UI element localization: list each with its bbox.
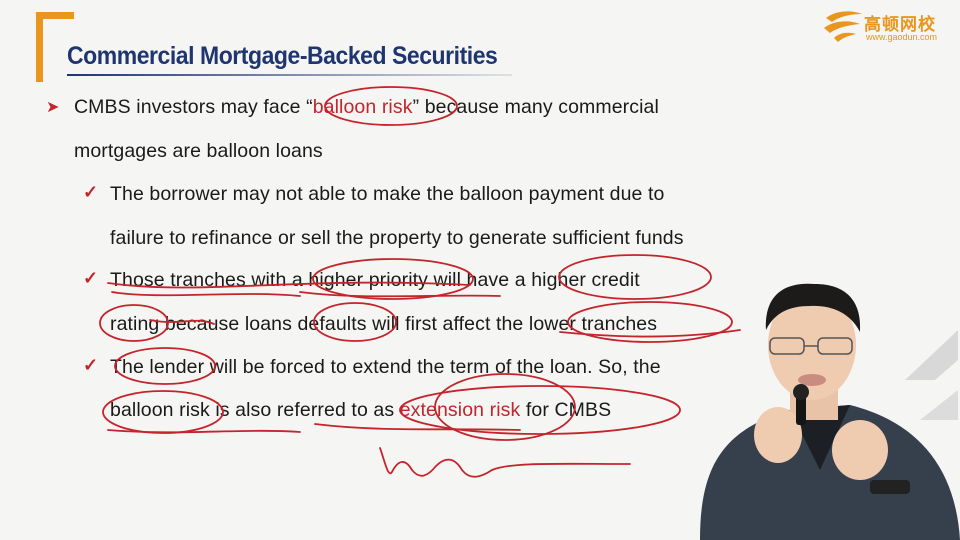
presenter-video	[700, 283, 960, 540]
lecture-slide: Commercial Mortgage-Backed Securities 高顿…	[0, 0, 960, 540]
